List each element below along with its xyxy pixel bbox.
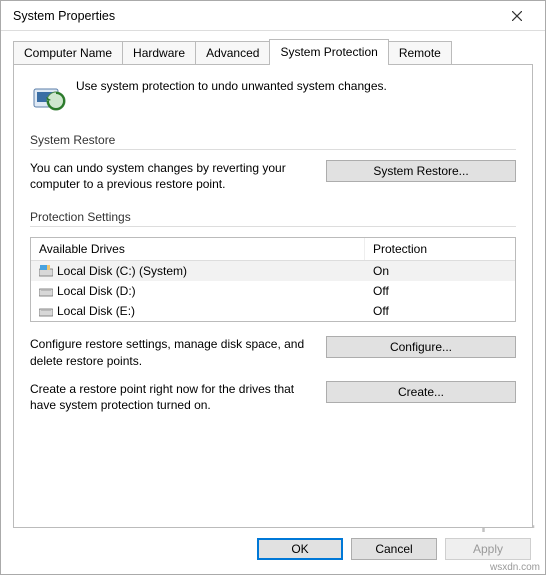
system-protection-icon [30,79,66,115]
table-row[interactable]: Local Disk (C:) (System) On [31,261,515,281]
create-button[interactable]: Create... [326,381,516,403]
disk-icon [39,305,53,317]
dialog-button-row: OK Cancel Apply [1,528,545,574]
intro-text: Use system protection to undo unwanted s… [76,79,387,115]
system-restore-description: You can undo system changes by reverting… [30,160,310,192]
table-row[interactable]: Local Disk (D:) Off [31,281,515,301]
close-icon [512,11,522,21]
system-restore-button[interactable]: System Restore... [326,160,516,182]
intro-area: Use system protection to undo unwanted s… [30,79,516,115]
col-available-drives[interactable]: Available Drives [31,238,365,260]
configure-button[interactable]: Configure... [326,336,516,358]
ok-button[interactable]: OK [257,538,343,560]
drive-table: Available Drives Protection Local Disk (… [30,237,516,322]
create-text: Create a restore point right now for the… [30,381,310,413]
drive-name: Local Disk (C:) (System) [57,264,187,278]
tab-strip: Computer Name Hardware Advanced System P… [13,41,533,64]
drive-name: Local Disk (D:) [57,284,136,298]
close-button[interactable] [497,2,537,30]
tab-advanced[interactable]: Advanced [195,41,270,64]
col-protection[interactable]: Protection [365,238,515,260]
disk-icon [39,285,53,297]
tab-remote[interactable]: Remote [388,41,452,64]
configure-text: Configure restore settings, manage disk … [30,336,310,368]
titlebar: System Properties [1,1,545,31]
window-title: System Properties [13,9,497,23]
tab-computer-name[interactable]: Computer Name [13,41,123,64]
table-row[interactable]: Local Disk (E:) Off [31,301,515,321]
cancel-button[interactable]: Cancel [351,538,437,560]
drive-name: Local Disk (E:) [57,304,135,318]
divider [30,149,516,150]
system-restore-heading: System Restore [30,133,516,147]
protection-settings-heading: Protection Settings [30,210,516,224]
apply-button: Apply [445,538,531,560]
disk-system-icon [39,265,53,277]
drive-table-header: Available Drives Protection [31,238,515,261]
drive-status: On [365,264,515,278]
drive-status: Off [365,284,515,298]
system-properties-window: System Properties Computer Name Hardware… [0,0,546,575]
tab-hardware[interactable]: Hardware [122,41,196,64]
tab-panel-system-protection: Use system protection to undo unwanted s… [13,64,533,528]
drive-status: Off [365,304,515,318]
divider [30,226,516,227]
tab-system-protection[interactable]: System Protection [269,39,388,65]
